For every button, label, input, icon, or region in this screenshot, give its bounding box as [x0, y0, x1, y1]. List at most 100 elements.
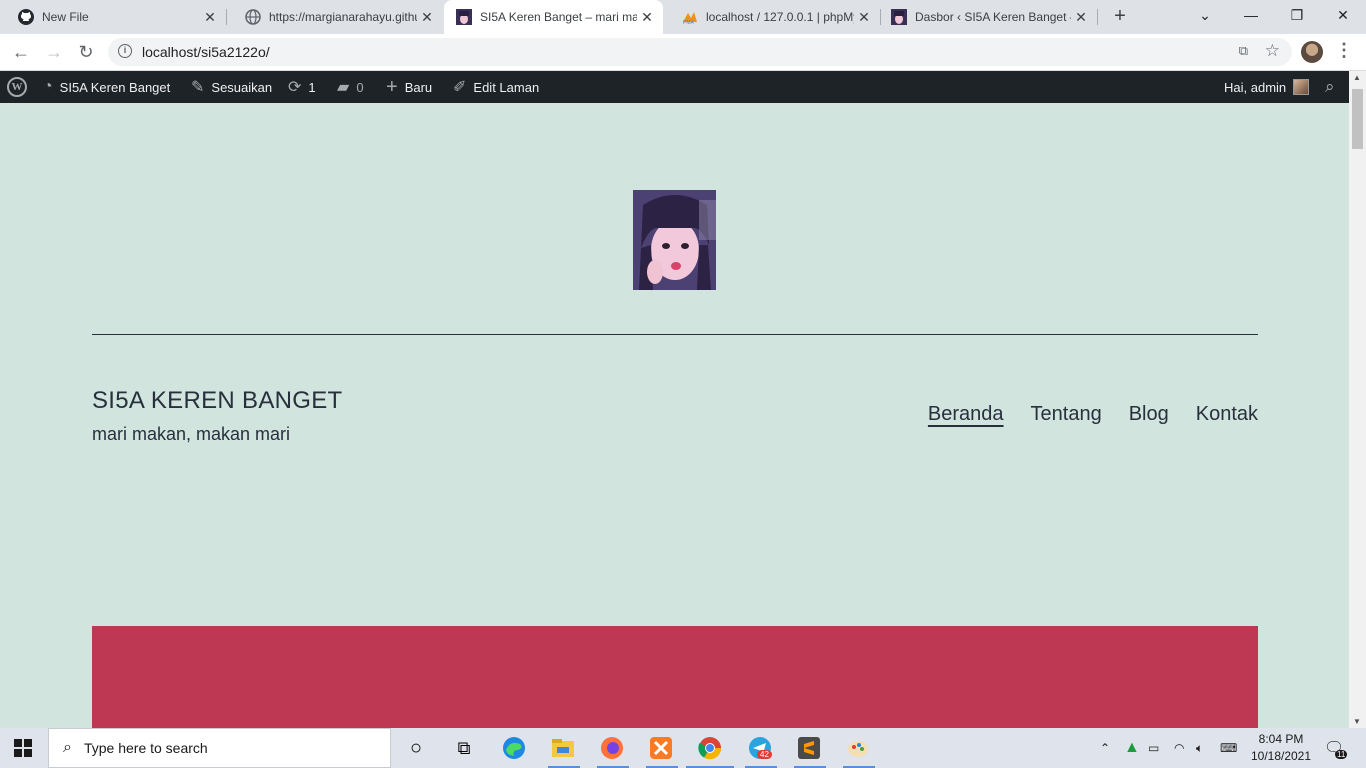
site-page: SI5A KEREN BANGET mari makan, makan mari…: [0, 103, 1349, 728]
notification-center-icon[interactable]: 🗨︎ 11: [1324, 728, 1348, 768]
browser-toolbar: ← → ↻ i localhost/si5a2122o/ ⧉ ☆ ⋮: [0, 34, 1366, 71]
site-name-link[interactable]: ◔ SI5A Keren Banget: [43, 71, 170, 103]
github-icon: [18, 9, 34, 25]
windows-taskbar: ⌕ Type here to search ○ ⧉ 42 ⌃ ▲ ▭ ◠ 🔈︎ …: [0, 728, 1366, 768]
svg-text:PMA: PMA: [683, 20, 695, 25]
close-icon[interactable]: ✕: [200, 9, 220, 26]
site-favicon-icon: [891, 9, 907, 25]
site-title[interactable]: SI5A KEREN BANGET: [92, 387, 343, 415]
xampp-icon[interactable]: [647, 734, 675, 762]
telegram-badge: 42: [757, 750, 772, 759]
updates-icon: ⟳: [288, 79, 302, 96]
menu-item-tentang[interactable]: Tentang: [1031, 403, 1102, 426]
tab-title: Dasbor ‹ SI5A Keren Banget –: [915, 10, 1071, 24]
globe-icon: [245, 9, 261, 25]
primary-menu: Beranda Tentang Blog Kontak: [928, 403, 1258, 426]
translate-icon[interactable]: ⧉: [1239, 43, 1248, 59]
menu-item-kontak[interactable]: Kontak: [1196, 403, 1258, 426]
chrome-icon[interactable]: [696, 734, 724, 762]
tab-dasbor[interactable]: Dasbor ‹ SI5A Keren Banget – ✕: [881, 0, 1097, 34]
tab-new-file[interactable]: New File ✕: [0, 0, 226, 34]
greeting-label: Hai, admin: [1224, 79, 1287, 95]
scrollbar-thumb[interactable]: [1352, 89, 1363, 149]
tab-search-button[interactable]: ⌄: [1182, 0, 1228, 30]
customize-label: Sesuaikan: [211, 79, 273, 95]
close-icon[interactable]: ✕: [637, 9, 657, 26]
wordpress-logo-icon[interactable]: W: [7, 71, 27, 103]
close-icon[interactable]: ✕: [417, 9, 437, 26]
show-hidden-icons[interactable]: ⌃: [1100, 728, 1110, 768]
menu-kebab-icon[interactable]: ⋮: [1335, 40, 1353, 61]
clock-time: 8:04 PM: [1258, 732, 1304, 746]
edit-page-label: Edit Laman: [473, 79, 540, 95]
pencil-icon: ✐: [453, 79, 467, 96]
scroll-down-icon[interactable]: ▼: [1353, 717, 1361, 726]
volume-icon[interactable]: 🔈︎: [1196, 728, 1203, 768]
new-label: Baru: [404, 79, 433, 95]
paint-icon[interactable]: [844, 734, 872, 762]
site-description: mari makan, makan mari: [92, 424, 291, 444]
tab-title: New File: [42, 10, 89, 24]
address-bar[interactable]: i localhost/si5a2122o/ ⧉ ☆: [108, 38, 1292, 66]
comment-bubble-icon: ▰: [337, 79, 350, 96]
updates-link[interactable]: ⟳ 1: [288, 71, 316, 103]
close-window-button[interactable]: ✕: [1320, 0, 1366, 30]
sublime-text-icon[interactable]: [795, 734, 823, 762]
file-explorer-icon[interactable]: [549, 734, 577, 762]
cover-block: [92, 626, 1258, 728]
search-placeholder: Type here to search: [83, 740, 208, 756]
bookmark-star-icon[interactable]: ☆: [1265, 41, 1280, 61]
new-content-link[interactable]: + Baru: [386, 71, 432, 103]
tab-title: SI5A Keren Banget – mari ma: [480, 10, 637, 24]
tab-phpmyadmin[interactable]: PMA localhost / 127.0.0.1 | phpMy ✕: [664, 0, 880, 34]
edge-icon[interactable]: [500, 734, 528, 762]
tab-si5a-active[interactable]: SI5A Keren Banget – mari ma ✕: [444, 0, 663, 34]
back-button[interactable]: ←: [9, 40, 33, 64]
avatar: [1293, 79, 1310, 95]
keyboard-icon[interactable]: ⌨: [1220, 728, 1237, 768]
cortana-icon[interactable]: ○: [402, 734, 430, 762]
task-view-icon[interactable]: ⧉: [450, 734, 478, 762]
brush-icon: ✎: [191, 79, 205, 96]
close-icon[interactable]: ✕: [1071, 9, 1091, 26]
site-name-label: SI5A Keren Banget: [59, 79, 171, 95]
admin-search-icon[interactable]: ⌕: [1325, 71, 1335, 103]
updates-count: 1: [308, 79, 316, 95]
notification-count: 11: [1335, 750, 1348, 759]
google-drive-icon[interactable]: ▲: [1124, 728, 1140, 768]
comments-link[interactable]: ▰ 0: [337, 71, 364, 103]
search-icon: ⌕: [63, 739, 72, 756]
taskbar-clock[interactable]: 8:04 PM 10/18/2021: [1248, 731, 1314, 765]
profile-avatar[interactable]: [1301, 41, 1323, 63]
wp-admin-bar: W ◔ SI5A Keren Banget ✎ Sesuaikan ⟳ 1 ▰ …: [0, 71, 1366, 103]
customize-link[interactable]: ✎ Sesuaikan: [191, 71, 272, 103]
tab-title: localhost / 127.0.0.1 | phpMy: [706, 10, 854, 24]
my-account-link[interactable]: Hai, admin: [1224, 71, 1310, 103]
page-scrollbar[interactable]: ▲ ▼: [1349, 71, 1366, 728]
scroll-up-icon[interactable]: ▲: [1353, 73, 1361, 82]
wifi-icon[interactable]: ◠: [1174, 728, 1184, 768]
info-icon[interactable]: i: [118, 44, 132, 58]
tab-margianarahayu[interactable]: https://margianarahayu.githu ✕: [227, 0, 443, 34]
new-tab-button[interactable]: +: [1108, 4, 1132, 28]
header-divider: [92, 334, 1258, 335]
taskbar-search-input[interactable]: ⌕ Type here to search: [48, 728, 391, 768]
windows-start-icon[interactable]: [14, 739, 32, 757]
menu-item-blog[interactable]: Blog: [1129, 403, 1169, 426]
minimize-button[interactable]: —: [1228, 0, 1274, 30]
edit-page-link[interactable]: ✐ Edit Laman: [453, 71, 539, 103]
reload-button[interactable]: ↻: [74, 40, 98, 64]
browser-tab-strip: New File ✕ https://margianarahayu.githu …: [0, 0, 1366, 34]
forward-button[interactable]: →: [42, 40, 66, 64]
battery-icon[interactable]: ▭: [1148, 728, 1159, 768]
site-favicon-icon: [456, 9, 472, 25]
clock-date: 10/18/2021: [1250, 749, 1312, 763]
site-logo[interactable]: [633, 190, 716, 290]
close-icon[interactable]: ✕: [854, 9, 874, 26]
firefox-icon[interactable]: [598, 734, 626, 762]
dashboard-gauge-icon: ◔: [43, 78, 53, 95]
phpmyadmin-icon: PMA: [682, 9, 698, 25]
restore-button[interactable]: ❐: [1274, 0, 1320, 30]
tab-title: https://margianarahayu.githu: [269, 10, 417, 24]
menu-item-beranda[interactable]: Beranda: [928, 403, 1004, 426]
